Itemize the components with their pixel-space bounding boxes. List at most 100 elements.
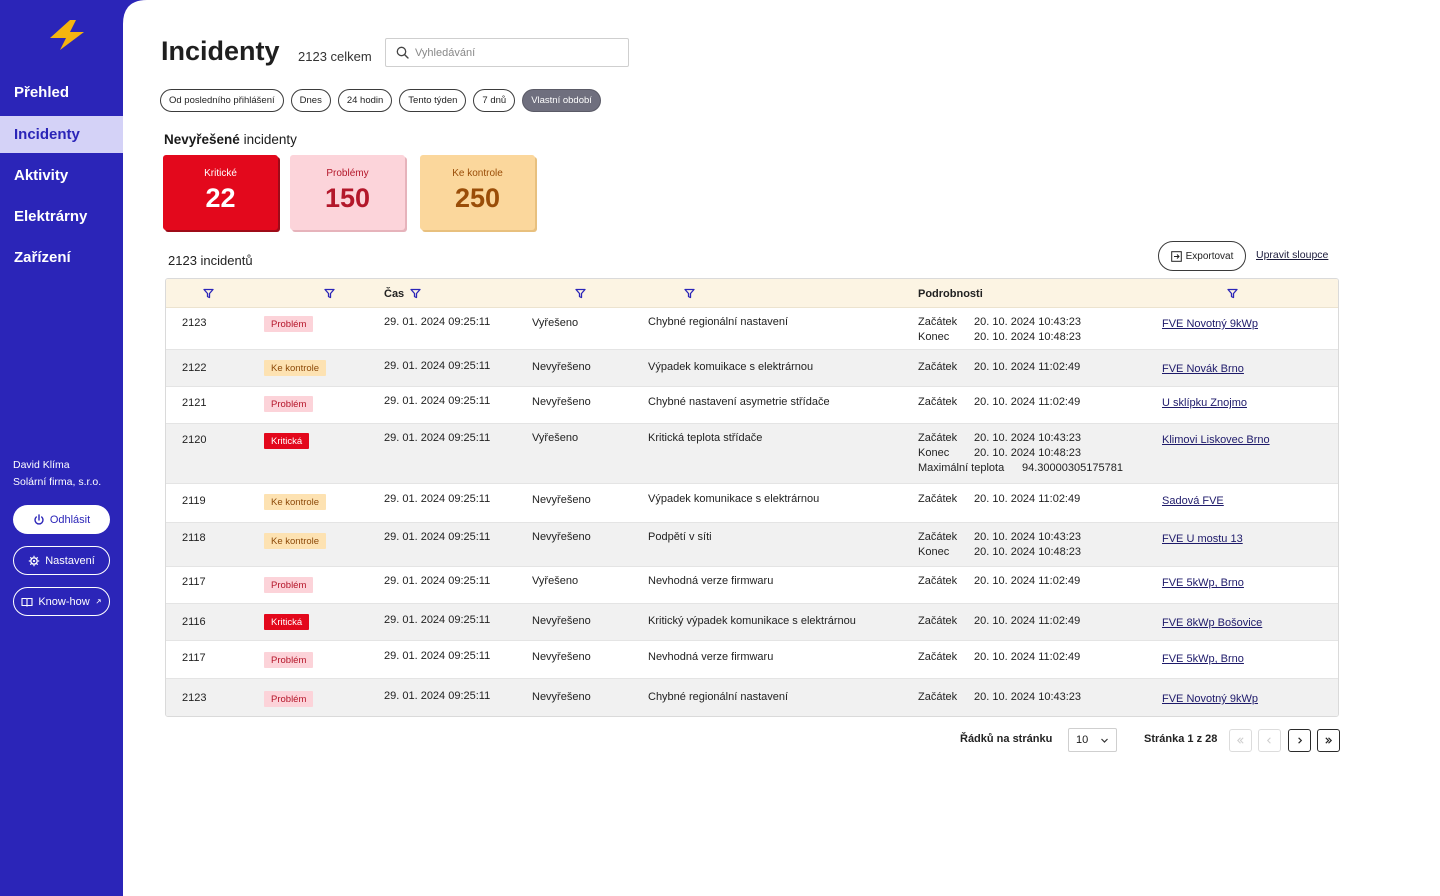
detail-line: Konec 20. 10. 2024 10:48:23 xyxy=(918,330,1081,345)
rows-per-page-label: Řádků na stránku xyxy=(960,733,1053,745)
page-total-count: 2123 celkem xyxy=(298,49,372,64)
plant-link[interactable]: FVE Novotný 9kWp xyxy=(1162,317,1258,332)
filter-7-days[interactable]: 7 dnů xyxy=(473,89,516,112)
filter-today[interactable]: Dnes xyxy=(290,89,331,112)
chevron-right-icon xyxy=(1298,737,1303,744)
detail-value: 20. 10. 2024 10:43:23 xyxy=(974,691,1082,703)
plant-link[interactable]: FVE 5kWp, Brno xyxy=(1162,652,1244,667)
search-input[interactable] xyxy=(415,46,615,59)
knowhow-label: Know-how xyxy=(38,595,90,608)
sidebar-item-aktivity[interactable]: Aktivity xyxy=(0,157,123,194)
export-button[interactable]: Exportovat xyxy=(1158,241,1246,271)
plant-link[interactable]: FVE U mostu 13 xyxy=(1162,532,1243,547)
gear-icon xyxy=(29,555,40,566)
detail-line: Začátek 20. 10. 2024 11:02:49 xyxy=(918,650,1080,665)
plant-link[interactable]: FVE 8kWp Bošovice xyxy=(1162,616,1262,631)
table-row[interactable]: 2117 Problém 29. 01. 2024 09:25:11 Vyřeš… xyxy=(166,567,1338,604)
sidebar-item-zarizeni[interactable]: Zařízení xyxy=(0,239,123,276)
detail-line: Začátek 20. 10. 2024 11:02:49 xyxy=(918,574,1080,589)
settings-button[interactable]: Nastavení xyxy=(13,546,110,575)
detail-line: Začátek 20. 10. 2024 10:43:23 xyxy=(918,690,1081,705)
cell-time: 29. 01. 2024 09:25:11 xyxy=(384,650,491,662)
detail-value: 20. 10. 2024 11:02:49 xyxy=(974,615,1081,627)
lightning-logo-icon[interactable] xyxy=(46,20,88,50)
problems-card-label: Problémy xyxy=(326,168,369,179)
detail-value: 20. 10. 2024 11:02:49 xyxy=(974,575,1081,587)
filter-custom-period[interactable]: Vlastní období xyxy=(522,89,601,112)
edit-columns-link[interactable]: Upravit sloupce xyxy=(1256,249,1328,261)
detail-value: 20. 10. 2024 11:02:49 xyxy=(974,396,1081,408)
table-header: Čas Podrobnosti xyxy=(166,279,1338,308)
cell-time: 29. 01. 2024 09:25:11 xyxy=(384,531,491,543)
cell-status: Nevyřešeno xyxy=(532,494,591,506)
next-page-button[interactable] xyxy=(1288,729,1311,752)
table-row[interactable]: 2120 Kritická 29. 01. 2024 09:25:11 Vyře… xyxy=(166,424,1338,484)
plant-link[interactable]: Klimovi Liskovec Brno xyxy=(1162,433,1270,448)
filter-icon[interactable] xyxy=(324,288,335,299)
detail-line: Začátek 20. 10. 2024 10:43:23 xyxy=(918,315,1081,330)
th-title xyxy=(684,279,695,308)
filter-icon[interactable] xyxy=(575,288,586,299)
rows-per-page-value: 10 xyxy=(1076,734,1089,746)
cell-title: Podpětí v síti xyxy=(648,531,712,543)
th-id xyxy=(203,279,214,308)
prev-page-button[interactable] xyxy=(1258,729,1281,752)
last-page-button[interactable] xyxy=(1317,729,1340,752)
cell-details: Začátek 20. 10. 2024 11:02:49 xyxy=(918,492,1080,507)
table-row[interactable]: 2121 Problém 29. 01. 2024 09:25:11 Nevyř… xyxy=(166,387,1338,424)
problems-card[interactable]: Problémy 150 xyxy=(290,155,405,230)
cell-status: Nevyřešeno xyxy=(532,361,591,373)
cell-details: Začátek 20. 10. 2024 10:43:23 Konec 20. 10… xyxy=(918,315,1081,345)
filter-icon[interactable] xyxy=(684,288,695,299)
plant-link[interactable]: U sklípku Znojmo xyxy=(1162,396,1247,411)
table-row[interactable]: 2122 Ke kontrole 29. 01. 2024 09:25:11 N… xyxy=(166,350,1338,387)
cell-status: Nevyřešeno xyxy=(532,691,591,703)
cell-id: 2120 xyxy=(182,434,207,446)
chevron-down-icon xyxy=(1101,738,1108,743)
th-details: Podrobnosti xyxy=(918,279,983,308)
filter-24-hours[interactable]: 24 hodin xyxy=(337,89,393,112)
cell-details: Začátek 20. 10. 2024 11:02:49 xyxy=(918,395,1080,410)
plant-link[interactable]: FVE 5kWp, Brno xyxy=(1162,576,1244,591)
filter-icon[interactable] xyxy=(410,288,421,299)
filter-icon[interactable] xyxy=(1227,288,1238,299)
logout-label: Odhlásit xyxy=(49,513,91,526)
plant-link[interactable]: FVE Novák Brno xyxy=(1162,362,1244,377)
filter-since-last-login[interactable]: Od posledního přihlášení xyxy=(160,89,284,112)
cell-details: Začátek 20. 10. 2024 11:02:49 xyxy=(918,574,1080,589)
critical-card[interactable]: Kritické 22 xyxy=(163,155,278,230)
cell-id: 2121 xyxy=(182,397,207,409)
th-details-label: Podrobnosti xyxy=(918,287,983,300)
cell-status: Nevyřešeno xyxy=(532,396,591,408)
review-card-value: 250 xyxy=(454,183,501,213)
th-time: Čas xyxy=(384,279,421,308)
table-row[interactable]: 2123 Problém 29. 01. 2024 09:25:11 Nevyř… xyxy=(166,679,1338,716)
power-icon xyxy=(34,513,44,525)
table-row[interactable]: 2123 Problém 29. 01. 2024 09:25:11 Vyřeš… xyxy=(166,308,1338,350)
review-card[interactable]: Ke kontrole 250 xyxy=(420,155,535,230)
logout-button[interactable]: Odhlásit xyxy=(13,505,110,534)
filter-this-week[interactable]: Tento týden xyxy=(399,89,467,112)
page-info: Stránka 1 z 28 xyxy=(1144,733,1218,745)
cell-details: Začátek 20. 10. 2024 11:02:49 xyxy=(918,650,1080,665)
cell-time: 29. 01. 2024 09:25:11 xyxy=(384,575,491,587)
sidebar-item-prehled[interactable]: Přehled xyxy=(0,74,123,111)
detail-key: Konec xyxy=(918,331,950,343)
plant-link[interactable]: Sadová FVE xyxy=(1162,494,1224,509)
knowhow-button[interactable]: Know-how xyxy=(13,587,110,616)
sidebar-item-elektrarny[interactable]: Elektrárny xyxy=(0,198,123,235)
detail-value: 20. 10. 2024 10:43:23 xyxy=(974,432,1082,444)
filter-icon[interactable] xyxy=(203,288,214,299)
rows-per-page-select[interactable]: 10 xyxy=(1068,728,1117,752)
first-page-button[interactable] xyxy=(1229,729,1252,752)
table-row[interactable]: 2118 Ke kontrole 29. 01. 2024 09:25:11 N… xyxy=(166,523,1338,567)
table-row[interactable]: 2119 Ke kontrole 29. 01. 2024 09:25:11 N… xyxy=(166,484,1338,523)
cell-id: 2123 xyxy=(182,692,207,704)
plant-link[interactable]: FVE Novotný 9kWp xyxy=(1162,692,1258,707)
critical-card-label: Kritické xyxy=(204,168,237,179)
badge-problem: Problém xyxy=(264,652,314,668)
table-row[interactable]: 2116 Kritická 29. 01. 2024 09:25:11 Nevy… xyxy=(166,604,1338,641)
sidebar-item-incidenty[interactable]: Incidenty xyxy=(0,116,123,153)
table-row[interactable]: 2117 Problém 29. 01. 2024 09:25:11 Nevyř… xyxy=(166,641,1338,679)
search-box[interactable] xyxy=(385,38,629,67)
